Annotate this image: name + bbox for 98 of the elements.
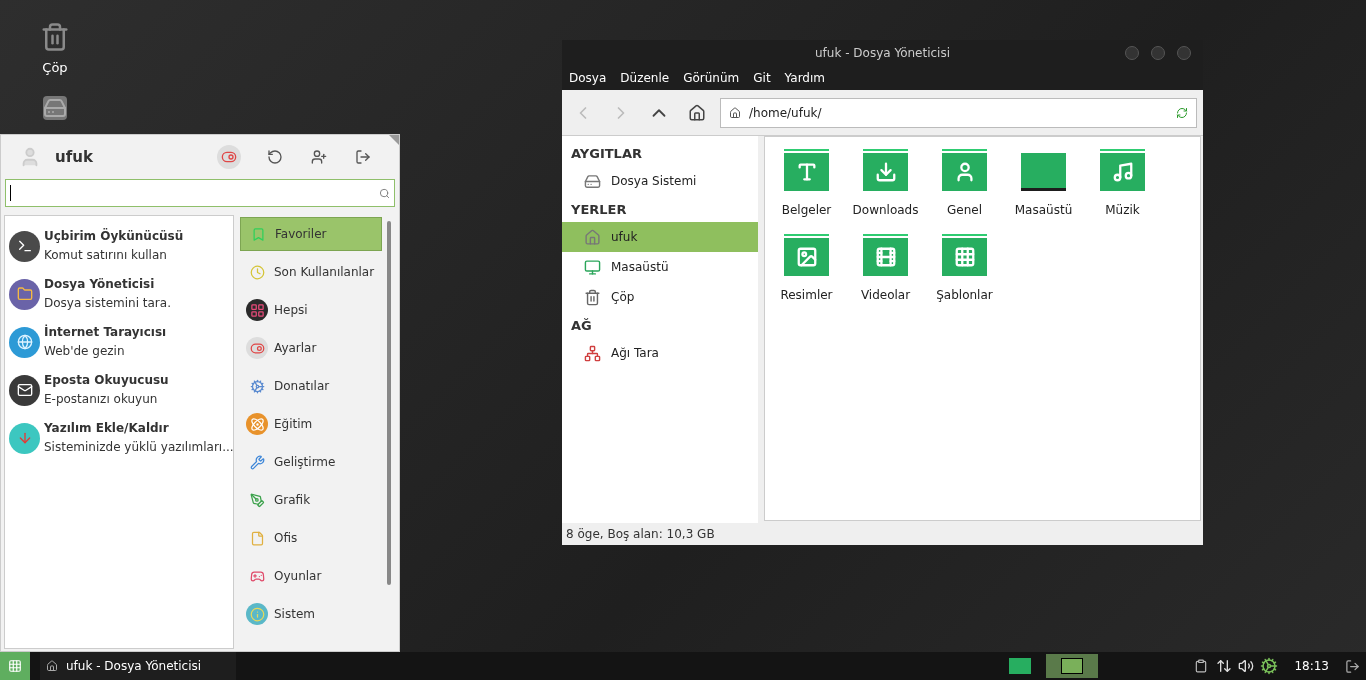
sidebar-item[interactable]: Dosya Sistemi	[562, 166, 758, 196]
user-icon	[311, 149, 327, 165]
menu-icon	[8, 659, 22, 673]
favorite-app-item[interactable]: İnternet Tarayıcısı Web'de gezin	[5, 318, 233, 366]
menu-item[interactable]: Git	[753, 68, 771, 87]
category-item[interactable]: Eğitim	[240, 407, 382, 441]
category-item[interactable]: Oyunlar	[240, 559, 382, 593]
file-item[interactable]: Videolar	[846, 230, 925, 315]
app-title: İnternet Tarayıcısı	[44, 323, 167, 341]
sidebar-item[interactable]: Masaüstü	[562, 252, 758, 282]
file-item[interactable]: Şablonlar	[925, 230, 1004, 315]
category-icon	[246, 603, 268, 625]
folder-icon	[1100, 149, 1145, 191]
file-item[interactable]: Genel	[925, 145, 1004, 230]
sidebar-item[interactable]: ufuk	[562, 222, 758, 252]
logout-button[interactable]	[355, 149, 371, 165]
category-item[interactable]: Donatılar	[240, 369, 382, 403]
app-description: E-postanızı okuyun	[44, 391, 159, 408]
resize-grip[interactable]	[389, 135, 399, 145]
category-item[interactable]: Geliştirme	[240, 445, 382, 479]
home-icon	[46, 660, 58, 672]
place-icon	[584, 288, 601, 306]
app-icon	[9, 230, 40, 262]
sidebar-heading: AĞ	[570, 317, 593, 335]
folder-icon	[784, 149, 829, 191]
category-icon	[246, 337, 268, 359]
desktop-icon	[1021, 153, 1066, 191]
folder-icon	[863, 149, 908, 191]
menu-item[interactable]: Düzenle	[620, 68, 670, 87]
category-item[interactable]: Son Kullanılanlar	[240, 255, 382, 289]
app-title: Dosya Yöneticisi	[44, 276, 156, 293]
app-title: Eposta Okuyucusu	[44, 372, 169, 389]
clock[interactable]: 18:13	[1294, 657, 1329, 675]
app-title: Uçbirim Öykünücüsü	[44, 227, 184, 245]
favorite-app-item[interactable]: Uçbirim Öykünücüsü Komut satırını kullan	[5, 222, 233, 270]
user-name: ufuk	[55, 146, 94, 168]
favorite-app-item[interactable]: Eposta Okuyucusu E-postanızı okuyun	[5, 366, 233, 414]
file-item[interactable]: Masaüstü	[1004, 145, 1083, 230]
category-item[interactable]: Favoriler	[240, 217, 382, 251]
search-icon	[379, 187, 390, 199]
location-field[interactable]: /home/ufuk/	[720, 97, 1197, 128]
file-item[interactable]: Belgeler	[767, 145, 846, 230]
logout-icon[interactable]	[1345, 658, 1360, 674]
category-item[interactable]: Ayarlar	[240, 331, 382, 365]
favorite-app-item[interactable]: Yazılım Ekle/Kaldır Sisteminizde yüklü yazılımları...	[5, 414, 233, 462]
window-title: ufuk - Dosya Yöneticisi	[814, 44, 951, 62]
clipboard-icon[interactable]	[1194, 659, 1209, 673]
file-item[interactable]: Müzik	[1083, 145, 1162, 230]
app-description: Komut satırını kullan	[44, 247, 168, 264]
category-icon	[246, 299, 268, 321]
file-item[interactable]: Downloads	[846, 145, 925, 230]
desktop-icon-label[interactable]: Çöp	[42, 58, 68, 78]
logout-icon	[355, 149, 371, 165]
folder-icon	[784, 234, 829, 276]
switch-user-button[interactable]	[311, 149, 327, 165]
place-icon	[584, 172, 601, 190]
app-icon	[9, 278, 40, 310]
app-icon	[9, 326, 40, 358]
network-icon[interactable]	[1216, 658, 1233, 674]
folder-icon	[863, 234, 908, 276]
search-field[interactable]	[5, 179, 395, 207]
app-icon	[9, 422, 40, 454]
home-icon	[688, 103, 706, 122]
sidebar-heading: YERLER	[570, 201, 628, 219]
app-description: Sisteminizde yüklü yazılımları...	[44, 439, 234, 456]
workspace-button[interactable]	[1046, 654, 1099, 678]
category-item[interactable]: Sistem	[240, 597, 382, 631]
category-icon	[246, 413, 268, 435]
app-description: Dosya sistemini tara.	[44, 295, 171, 312]
reload-icon[interactable]	[1176, 106, 1188, 119]
menu-item[interactable]: Görünüm	[683, 68, 740, 87]
trash-icon[interactable]	[40, 22, 70, 52]
category-item[interactable]: Grafik	[240, 483, 382, 517]
place-icon	[584, 228, 601, 246]
app-description: Web'de gezin	[44, 343, 126, 360]
menu-item[interactable]: Yardım	[784, 68, 825, 87]
place-icon	[584, 258, 601, 276]
status-text: 8 öge, Boş alan: 10,3 GB	[566, 526, 715, 543]
folder-icon	[942, 234, 987, 276]
place-icon	[584, 344, 601, 362]
settings-button[interactable]	[217, 145, 241, 169]
category-item[interactable]: Hepsi	[240, 293, 382, 327]
home-icon	[729, 106, 741, 119]
app-title: Yazılım Ekle/Kaldır	[44, 420, 170, 437]
app-icon	[9, 374, 40, 406]
toggle-icon	[221, 149, 237, 165]
drive-icon[interactable]	[43, 95, 67, 120]
scrollbar[interactable]	[387, 221, 391, 585]
category-item[interactable]: Ofis	[240, 521, 382, 555]
menu-item[interactable]: Dosya	[569, 68, 607, 87]
file-item[interactable]: Resimler	[767, 230, 846, 315]
folder-icon	[942, 149, 987, 191]
sidebar-item[interactable]: Çöp	[562, 282, 758, 312]
favorite-app-item[interactable]: Dosya Yöneticisi Dosya sistemini tara.	[5, 270, 233, 318]
sidebar-heading: AYGITLAR	[570, 145, 643, 163]
sidebar-item[interactable]: Ağı Tara	[562, 338, 758, 368]
taskbar-task[interactable]: ufuk - Dosya Yöneticisi	[40, 652, 236, 680]
volume-icon[interactable]	[1238, 658, 1255, 674]
